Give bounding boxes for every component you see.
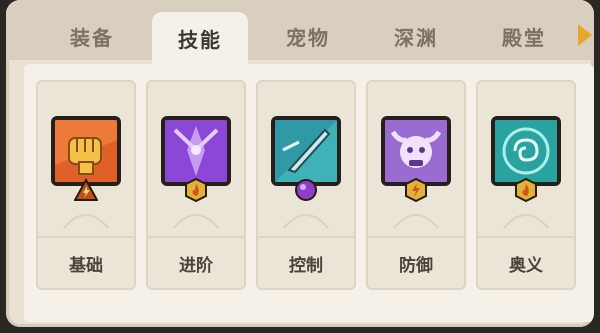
blade-icon	[271, 116, 341, 186]
bull-skull-icon	[381, 116, 451, 186]
tab-equipment[interactable]: 装备	[44, 12, 140, 60]
ornament-icon	[173, 214, 219, 229]
skill-card-defense[interactable]: 防御	[366, 80, 466, 290]
skill-card-label: 控制	[258, 236, 354, 288]
skill-card-ultimate[interactable]: 奥义	[476, 80, 576, 290]
next-tab-arrow-icon[interactable]	[578, 24, 592, 46]
tab-skills[interactable]: 技能	[152, 12, 248, 64]
tab-pets[interactable]: 宠物	[260, 12, 356, 60]
fire-coin-badge-icon	[514, 178, 538, 202]
lightning-badge-icon	[74, 178, 98, 202]
skill-card-label: 奥义	[478, 236, 574, 288]
skill-card-control[interactable]: 控制	[256, 80, 356, 290]
skill-card-label: 基础	[38, 236, 134, 288]
tab-bar: 装备 技能 宠物 深渊 殿堂	[44, 12, 584, 64]
ornament-icon	[63, 214, 109, 229]
purple-orb-badge-icon	[294, 178, 318, 202]
tab-abyss[interactable]: 深渊	[368, 12, 464, 60]
skill-card-label: 进阶	[148, 236, 244, 288]
skill-card-advanced[interactable]: 进阶	[146, 80, 246, 290]
lightning-coin-badge-icon	[404, 178, 428, 202]
skill-card-label: 防御	[368, 236, 464, 288]
skill-card-basic[interactable]: 基础	[36, 80, 136, 290]
fist-icon	[51, 116, 121, 186]
ornament-icon	[283, 214, 329, 229]
fire-coin-badge-icon	[184, 178, 208, 202]
skill-cards-area: 基础 进阶 控制 防御 奥义	[24, 64, 594, 322]
ornament-icon	[393, 214, 439, 229]
ornament-icon	[503, 214, 549, 229]
rune-icon	[491, 116, 561, 186]
tab-hall[interactable]: 殿堂	[476, 12, 572, 60]
purple-energy-icon	[161, 116, 231, 186]
skills-panel: 装备 技能 宠物 深渊 殿堂 基础 进阶 控制 防御 奥义	[6, 0, 594, 327]
